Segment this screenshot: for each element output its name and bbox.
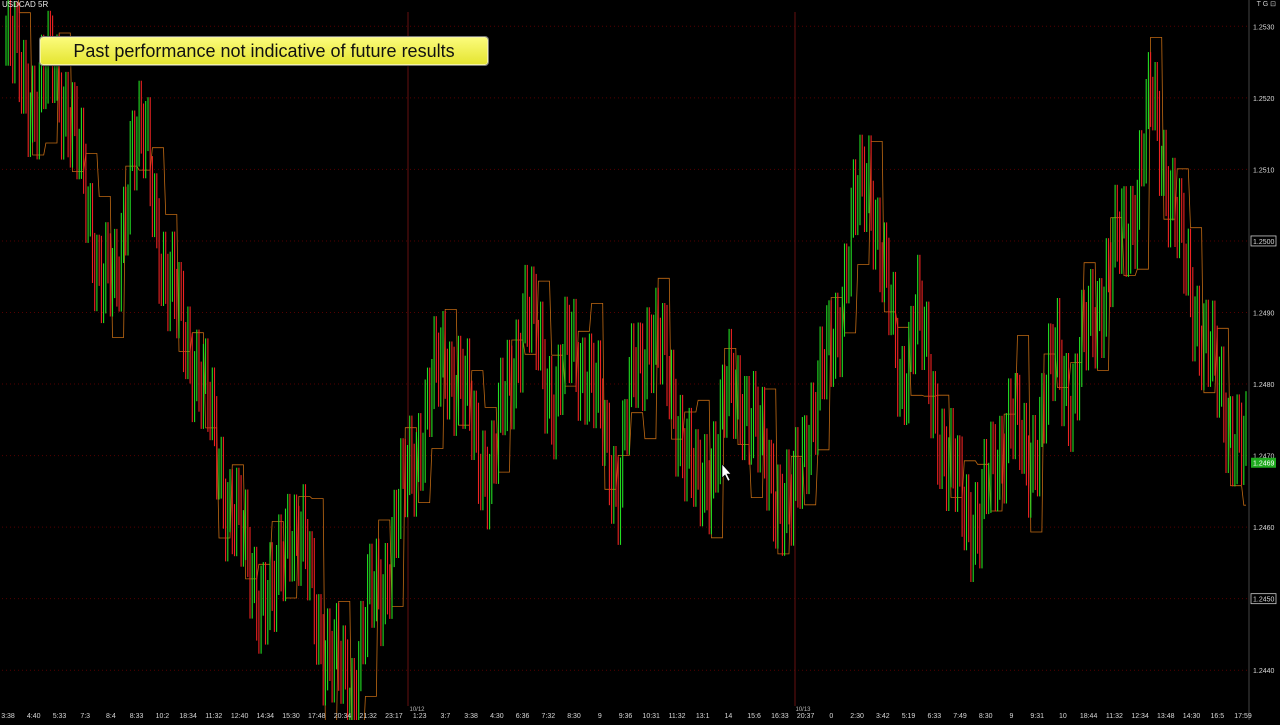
- x-tick-label: 20:34: [334, 713, 352, 720]
- y-tick-label: 1.2530: [1253, 24, 1275, 31]
- x-tick-label: 17:59: [1234, 713, 1252, 720]
- x-tick-label: 9: [598, 713, 602, 720]
- date-label: 10/12: [409, 707, 425, 713]
- y-tick-label: 1.2520: [1253, 96, 1275, 103]
- x-tick-label: 6:33: [927, 713, 941, 720]
- x-tick-label: 13:48: [1157, 713, 1175, 720]
- x-tick-label: 13:1: [696, 713, 710, 720]
- x-tick-label: 8:33: [130, 713, 144, 720]
- chart-area[interactable]: 1.2530 1.2520 1.2510 1.2500 1.2490 1.2480 1.24…: [0, 0, 1280, 725]
- y-tick-label: 1.2480: [1253, 382, 1275, 389]
- y-tick-label: 1.2440: [1253, 668, 1275, 675]
- x-tick-label: 12:40: [231, 713, 249, 720]
- x-tick-label: 20:37: [797, 713, 815, 720]
- date-label: 10/13: [795, 707, 811, 713]
- x-tick-label: 3:38: [464, 713, 478, 720]
- x-tick-label: 10:2: [156, 713, 170, 720]
- x-tick-label: 10: [1059, 713, 1067, 720]
- x-tick-label: 15:6: [747, 713, 761, 720]
- chart-toolbar-icons[interactable]: T G ⊡: [1257, 0, 1276, 8]
- x-tick-label: 9:31: [1030, 713, 1044, 720]
- y-tick-label: 1.2450: [1253, 597, 1275, 604]
- y-tick-label: 1.2510: [1253, 167, 1275, 174]
- x-tick-label: 10:31: [642, 713, 660, 720]
- x-tick-label: 7:49: [953, 713, 967, 720]
- x-tick-label: 2:30: [850, 713, 864, 720]
- current-price-label: 1.2469: [1253, 461, 1275, 468]
- x-tick-label: 18:34: [179, 713, 197, 720]
- y-tick-label: 1.2460: [1253, 525, 1275, 532]
- y-tick-label: 1.2490: [1253, 310, 1275, 317]
- x-tick-label: 4:30: [490, 713, 504, 720]
- x-tick-label: 1:23: [413, 713, 427, 720]
- x-tick-label: 12:34: [1131, 713, 1149, 720]
- x-tick-label: 9: [1009, 713, 1013, 720]
- x-tick-label: 11:32: [1106, 713, 1123, 720]
- x-tick-label: 3:42: [876, 713, 890, 720]
- x-tick-label: 11:32: [205, 713, 222, 720]
- x-tick-label: 23:17: [385, 713, 403, 720]
- x-tick-label: 16:5: [1210, 713, 1224, 720]
- x-tick-label: 8:30: [979, 713, 993, 720]
- x-tick-label: 8:4: [106, 713, 116, 720]
- x-tick-label: 7:3: [80, 713, 90, 720]
- x-tick-label: 3:7: [441, 713, 451, 720]
- x-tick-label: 6:36: [516, 713, 530, 720]
- x-tick-label: 3:38: [1, 713, 15, 720]
- disclaimer-banner: Past performance not indicative of futur…: [40, 37, 488, 65]
- x-tick-label: 14:30: [1183, 713, 1201, 720]
- symbol-label: USDCAD 5R: [2, 0, 49, 9]
- x-tick-label: 5:33: [53, 713, 67, 720]
- x-tick-label: 15:30: [282, 713, 300, 720]
- x-tick-label: 9:36: [619, 713, 633, 720]
- x-tick-label: 8:30: [567, 713, 581, 720]
- x-tick-label: 7:32: [541, 713, 555, 720]
- x-tick-label: 0: [829, 713, 833, 720]
- x-tick-label: 4:40: [27, 713, 41, 720]
- x-tick-label: 14: [725, 713, 733, 720]
- y-tick-label: 1.2500: [1253, 239, 1275, 246]
- x-tick-label: 16:33: [771, 713, 789, 720]
- x-tick-label: 18:44: [1080, 713, 1098, 720]
- x-tick-label: 14:34: [257, 713, 275, 720]
- x-tick-label: 21:32: [359, 713, 377, 720]
- x-tick-label: 17:48: [308, 713, 326, 720]
- x-tick-label: 11:32: [669, 713, 686, 720]
- price-chart[interactable]: 1.2530 1.2520 1.2510 1.2500 1.2490 1.2480 1.24…: [0, 0, 1280, 725]
- x-tick-label: 5:19: [902, 713, 916, 720]
